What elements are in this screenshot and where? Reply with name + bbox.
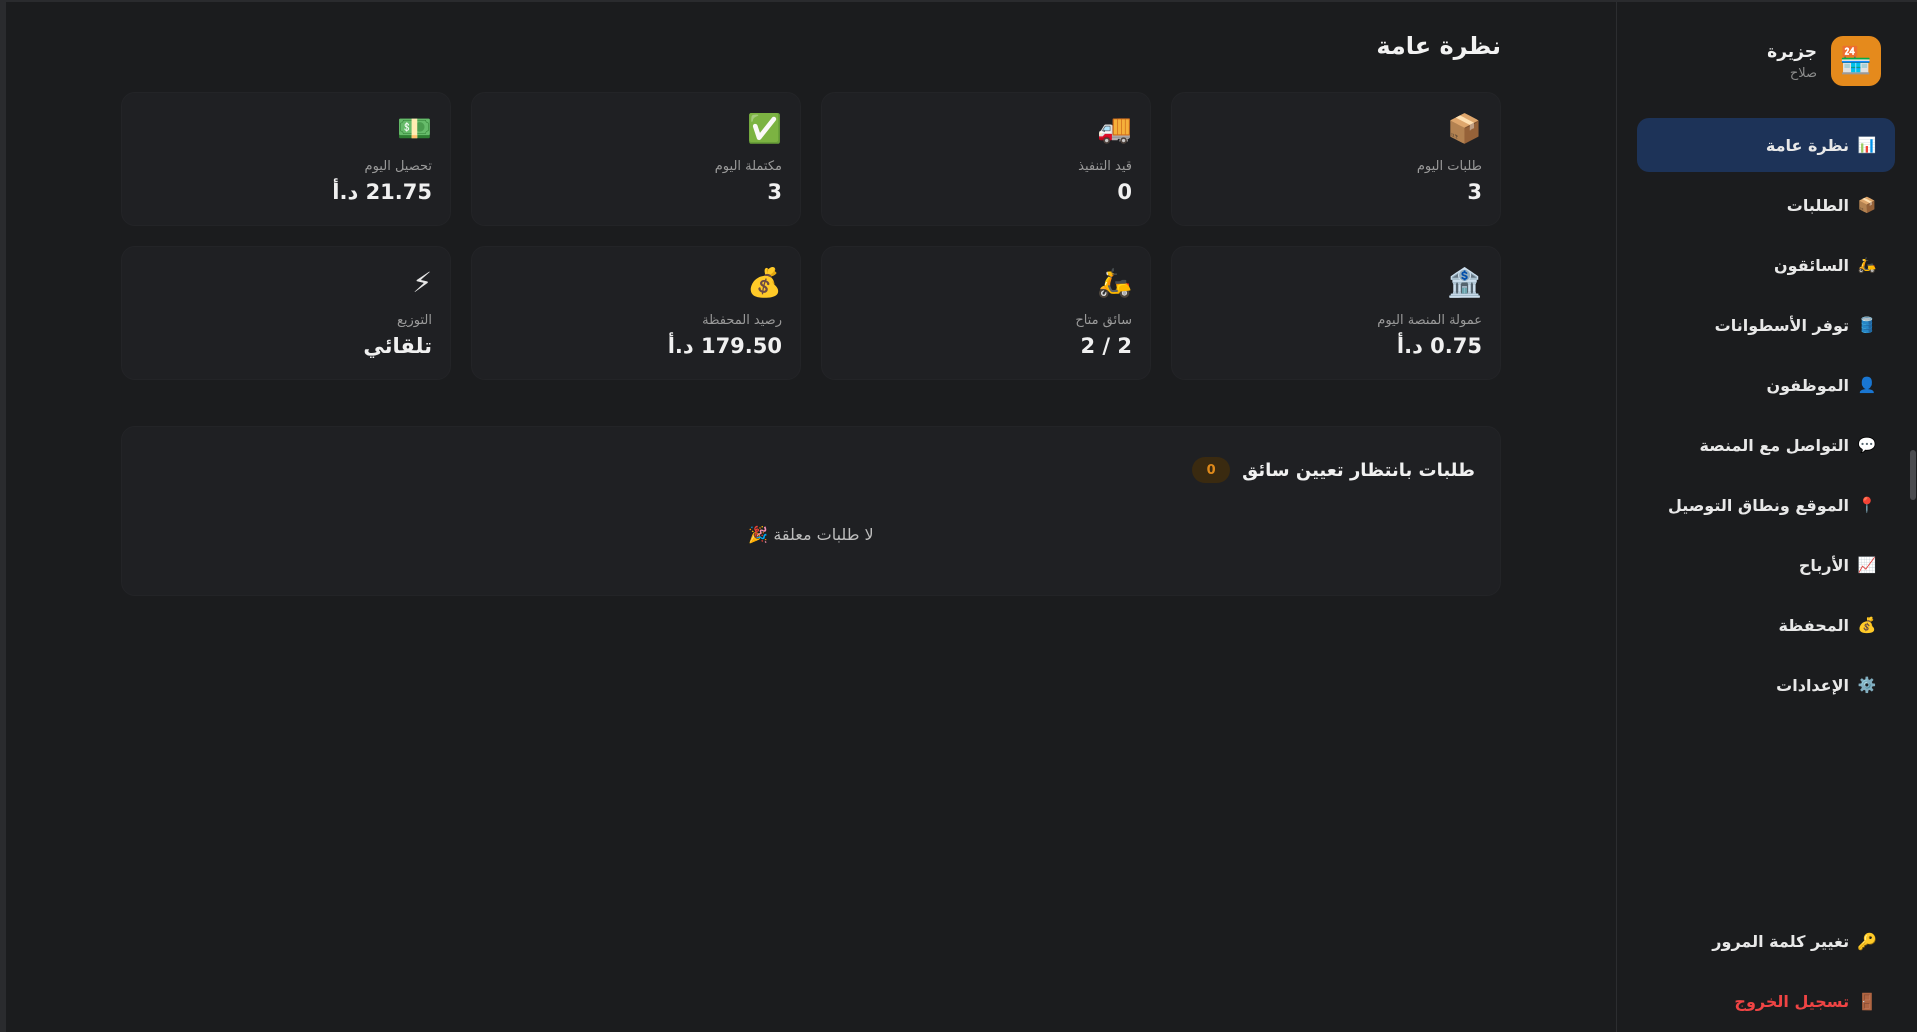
sidebar-item-employees[interactable]: 👤 الموظفون (1637, 358, 1895, 412)
empty-state-text: لا طلبات معلقة 🎉 (748, 525, 874, 544)
sidebar-item-overview[interactable]: 📊 نظرة عامة (1637, 118, 1895, 172)
stat-value: 0.75 د.أ (1396, 334, 1482, 358)
sidebar-item-profits[interactable]: 📈 الأرباح (1637, 538, 1895, 592)
scooter-icon: 🛵 (1097, 266, 1132, 299)
stat-label: التوزيع (396, 313, 432, 328)
sidebar-item-cylinders[interactable]: 🛢️ توفر الأسطوانات (1637, 298, 1895, 352)
truck-icon: 🚚 (1097, 112, 1132, 145)
chart-icon: 📊 (1857, 136, 1877, 154)
stat-value: 21.75 د.أ (332, 180, 432, 204)
stat-card-completed-today: ✅ مكتملة اليوم 3 (471, 92, 801, 226)
brand: 🏪 جزيرة صلاح (1767, 36, 1881, 86)
person-icon: 👤 (1857, 376, 1877, 394)
stat-label: رصيد المحفظة (702, 313, 782, 328)
sidebar-item-label: الإعدادات (1776, 675, 1849, 695)
stat-value: 0 (1117, 180, 1132, 204)
pending-orders-title: طلبات بانتظار تعيين سائق (1242, 459, 1475, 481)
stat-label: طلبات اليوم (1416, 159, 1482, 174)
sidebar-item-location[interactable]: 📍 الموقع ونطاق التوصيل (1637, 478, 1895, 532)
sidebar-item-label: نظرة عامة (1765, 135, 1849, 155)
brand-subtitle: صلاح (1789, 65, 1817, 81)
sidebar-item-wallet[interactable]: 💰 المحفظة (1637, 598, 1895, 652)
stat-card-wallet-balance: 💰 رصيد المحفظة 179.50 د.أ (471, 246, 801, 380)
bank-icon: 🏦 (1447, 266, 1482, 299)
stat-card-today-orders: 📦 طلبات اليوم 3 (1171, 92, 1501, 226)
pin-icon: 📍 (1857, 496, 1877, 514)
sidebar: 🏪 جزيرة صلاح 📊 نظرة عامة 📦 الطلبات 🛵 الس… (1616, 2, 1917, 1032)
sidebar-nav: 📊 نظرة عامة 📦 الطلبات 🛵 السائقون 🛢️ توفر… (1637, 118, 1895, 718)
stats-cards: 📦 طلبات اليوم 3 🚚 قيد التنفيذ 0 ✅ مكتملة… (121, 92, 1501, 400)
stat-value: 3 (1467, 180, 1482, 204)
money-bag-icon: 💰 (747, 266, 782, 299)
stat-label: قيد التنفيذ (1078, 159, 1132, 174)
stat-value: 179.50 د.أ (667, 334, 782, 358)
stat-label: مكتملة اليوم (714, 159, 782, 174)
cash-icon: 💵 (397, 112, 432, 145)
page-title: نظرة عامة (1376, 32, 1501, 60)
store-icon: 🏪 (1831, 36, 1881, 86)
sidebar-scrollbar[interactable] (1910, 450, 1916, 500)
sidebar-item-label: الأرباح (1798, 555, 1849, 575)
logout-link[interactable]: 🚪 تسجيل الخروج (1637, 974, 1895, 1028)
stat-value: 3 (767, 180, 782, 204)
app-window: 🏪 جزيرة صلاح 📊 نظرة عامة 📦 الطلبات 🛵 الس… (0, 0, 1917, 1032)
stat-value: تلقائي (363, 334, 432, 358)
door-icon: 🚪 (1857, 991, 1877, 1011)
sidebar-item-settings[interactable]: ⚙️ الإعدادات (1637, 658, 1895, 712)
sidebar-item-platform-contact[interactable]: 💬 التواصل مع المنصة (1637, 418, 1895, 472)
sidebar-item-label: الموقع ونطاق التوصيل (1668, 495, 1849, 515)
change-password-link[interactable]: 🔑 تغيير كلمة المرور (1637, 914, 1895, 968)
sidebar-item-label: المحفظة (1778, 615, 1849, 635)
sidebar-item-drivers[interactable]: 🛵 السائقون (1637, 238, 1895, 292)
check-icon: ✅ (747, 112, 782, 145)
scooter-icon: 🛵 (1857, 256, 1877, 274)
stat-card-distribution: ⚡ التوزيع تلقائي (121, 246, 451, 380)
change-password-label: تغيير كلمة المرور (1712, 931, 1850, 951)
main-content: نظرة عامة 📦 طلبات اليوم 3 🚚 قيد التنفيذ … (6, 2, 1616, 1032)
sidebar-item-label: الطلبات (1786, 195, 1849, 215)
speech-bubble-icon: 💬 (1857, 436, 1877, 454)
pending-count-badge: 0 (1192, 457, 1231, 483)
package-icon: 📦 (1447, 112, 1482, 145)
stat-label: سائق متاح (1075, 313, 1132, 328)
stat-card-today-collection: 💵 تحصيل اليوم 21.75 د.أ (121, 92, 451, 226)
lightning-icon: ⚡ (412, 266, 432, 299)
sidebar-item-label: توفر الأسطوانات (1714, 315, 1849, 335)
stat-card-available-drivers: 🛵 سائق متاح 2 / 2 (821, 246, 1151, 380)
stat-card-in-progress: 🚚 قيد التنفيذ 0 (821, 92, 1151, 226)
stat-label: تحصيل اليوم (364, 159, 432, 174)
money-bag-icon: 💰 (1857, 616, 1877, 634)
gear-icon: ⚙️ (1857, 676, 1877, 694)
sidebar-bottom-links: 🔑 تغيير كلمة المرور 🚪 تسجيل الخروج (1637, 914, 1895, 1032)
logout-label: تسجيل الخروج (1734, 991, 1850, 1011)
stat-value: 2 / 2 (1080, 334, 1132, 358)
brand-name: جزيرة (1767, 41, 1817, 62)
sidebar-item-label: التواصل مع المنصة (1699, 435, 1849, 455)
sidebar-item-orders[interactable]: 📦 الطلبات (1637, 178, 1895, 232)
stat-card-platform-commission: 🏦 عمولة المنصة اليوم 0.75 د.أ (1171, 246, 1501, 380)
cylinder-icon: 🛢️ (1857, 316, 1877, 334)
package-icon: 📦 (1857, 196, 1877, 214)
trend-chart-icon: 📈 (1857, 556, 1877, 574)
sidebar-item-label: السائقون (1774, 255, 1849, 275)
sidebar-item-label: الموظفون (1766, 375, 1849, 395)
key-icon: 🔑 (1857, 931, 1877, 951)
pending-orders-panel: طلبات بانتظار تعيين سائق 0 لا طلبات معلق… (121, 426, 1501, 596)
stat-label: عمولة المنصة اليوم (1377, 313, 1482, 328)
